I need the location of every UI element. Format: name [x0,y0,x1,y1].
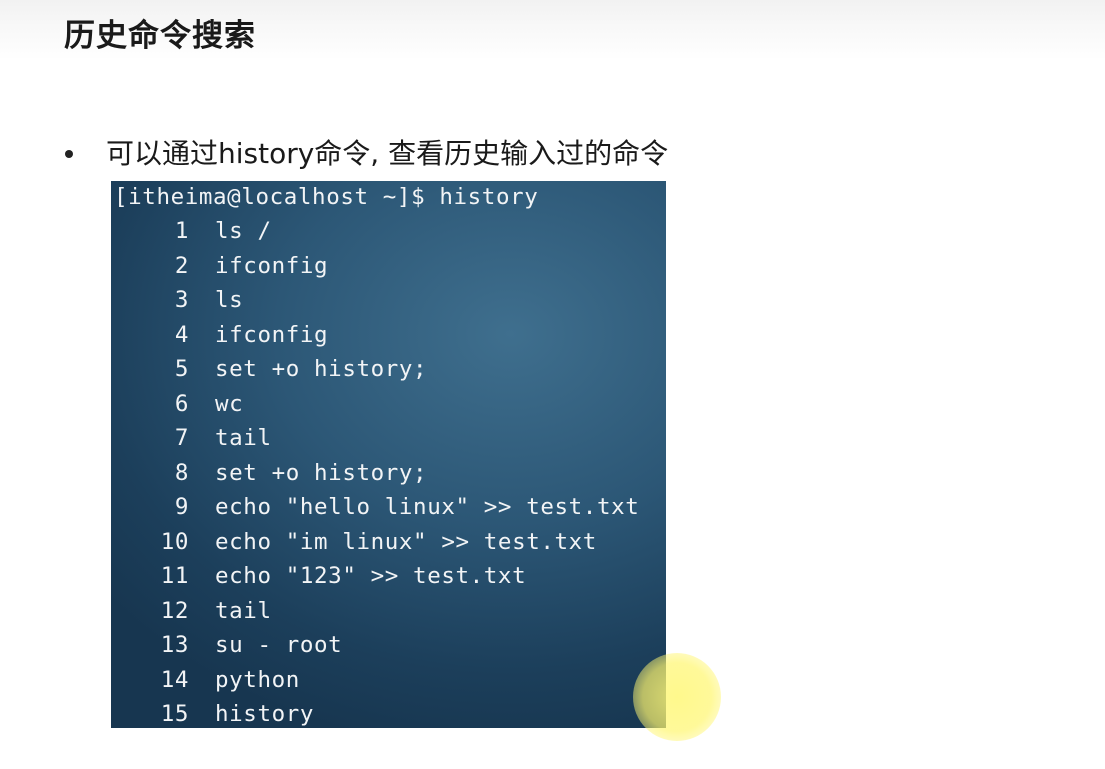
history-command: python [215,666,300,693]
history-row: 3 ls [114,283,243,317]
history-number: 13 [160,632,189,658]
history-row: 14 python [114,663,300,697]
history-command: tail [215,425,272,451]
history-command: set +o history; [215,356,428,382]
terminal-screenshot: [itheima@localhost ~]$ history 1 ls / 2 if… [111,181,666,728]
terminal-prompt: [itheima@localhost ~]$ history [114,184,539,210]
history-row: 4 ifconfig [114,318,328,352]
history-number: 6 [174,390,189,417]
history-command: ifconfig [215,252,329,279]
history-number: 14 [160,666,189,693]
history-row: 2 ifconfig [114,249,328,283]
history-command: ifconfig [215,321,329,348]
history-command: echo "im linux" >> test.txt [215,528,597,555]
history-number: 7 [174,425,189,451]
history-row: 1 ls / [114,214,272,248]
history-number: 3 [174,287,189,313]
history-row: 10 echo "im linux" >> test.txt [114,525,597,559]
history-command: su - root [215,632,343,658]
history-number: 4 [174,321,189,348]
history-row: 7 tail [114,421,272,455]
history-number: 5 [174,356,189,382]
history-row: 9 echo "hello linux" >> test.txt [114,490,639,524]
history-command: history [215,701,315,727]
history-number: 2 [174,252,189,279]
history-command: echo "hello linux" >> test.txt [215,494,640,520]
history-command: ls / [215,218,272,244]
history-row: 5 set +o history; [114,352,427,386]
history-row: 11 echo "123" >> test.txt [114,559,526,593]
history-number: 12 [160,597,189,624]
history-number: 9 [174,494,189,520]
history-number: 8 [174,459,189,486]
history-row: 15 history [114,697,314,728]
bullet-text: 可以通过history命令, 查看历史输入过的命令 [106,137,669,170]
history-row: 13 su - root [114,628,342,662]
history-command: echo "123" >> test.txt [215,563,527,589]
history-row: 12 tail [114,594,272,628]
history-command: wc [215,390,244,417]
history-number: 10 [160,528,189,555]
history-number: 15 [160,701,189,727]
history-row: 8 set +o history; [114,456,427,490]
history-number: 11 [160,563,189,589]
history-number: 1 [174,218,189,244]
slide-title: 历史命令搜索 [64,18,256,54]
history-command: tail [215,597,272,624]
history-row: 6 wc [114,387,243,421]
bullet-dot-icon [65,150,73,158]
bullet-item: 可以通过history命令, 查看历史输入过的命令 [60,134,668,174]
history-command: set +o history; [215,459,428,486]
history-command: ls [215,287,244,313]
